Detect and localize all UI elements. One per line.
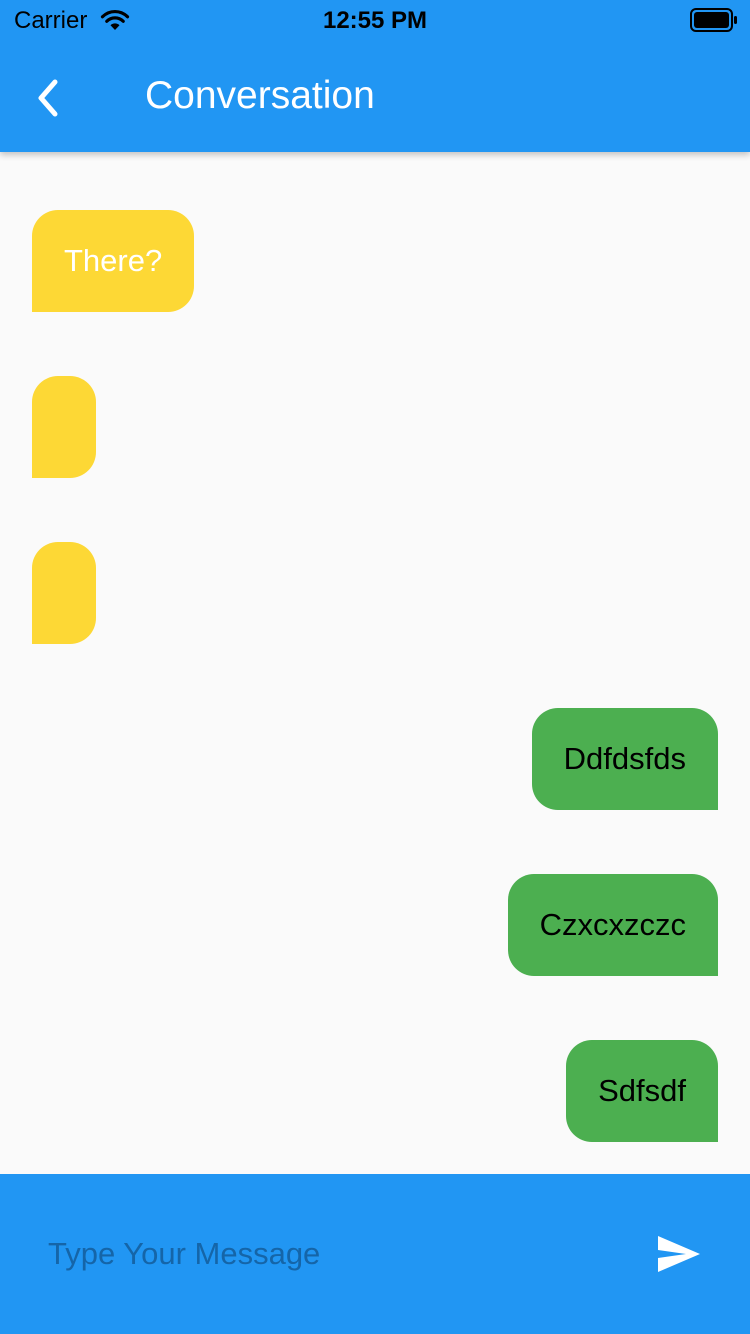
chevron-left-icon [38,79,58,117]
message-input[interactable] [48,1222,608,1286]
status-bar: Carrier 12:55 PM [0,0,750,40]
message-list[interactable]: There? Ddfdsfds Czxcxzczc Sdfsdf [0,152,750,1174]
sent-message-bubble: Czxcxzczc [507,874,718,976]
received-message-bubble: There? [32,210,195,312]
back-button[interactable] [20,70,76,126]
composer-bar [0,1174,750,1334]
page-title: Conversation [145,74,375,117]
sent-message-bubble: Ddfdsfds [531,708,718,810]
app-bar: Carrier 12:55 PM Conversation [0,0,750,152]
status-time: 12:55 PM [322,7,428,34]
send-button[interactable] [650,1230,706,1278]
message-text: Czxcxzczc [539,907,686,942]
received-message-bubble [32,542,96,644]
message-text: Sdfsdf [598,1073,686,1108]
message-text: There? [64,243,163,278]
battery-icon [690,8,737,32]
message-text: Ddfdsfds [563,741,686,776]
received-message-bubble [32,376,96,478]
send-icon [658,1236,700,1272]
sent-message-bubble: Sdfsdf [566,1040,718,1142]
